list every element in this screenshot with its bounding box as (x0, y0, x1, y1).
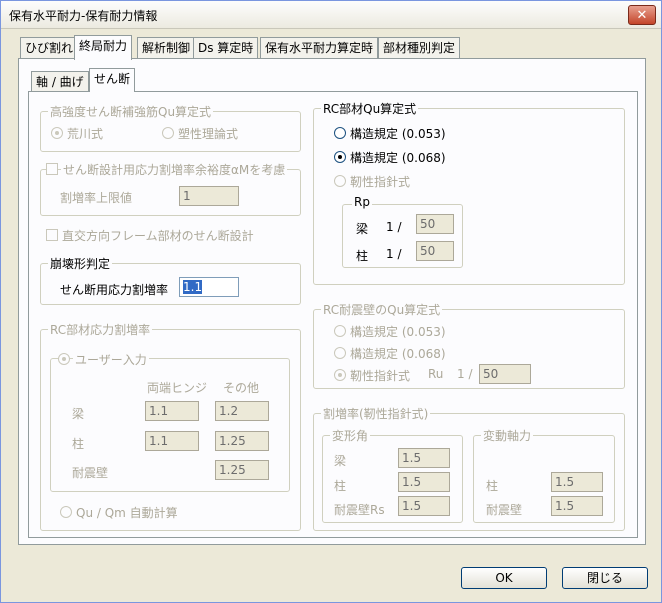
window-title: 保有水平耐力-保有耐力情報 (9, 9, 158, 23)
tab-ds[interactable]: Ds 算定時 (193, 37, 259, 59)
subtab-shear[interactable]: せん断 (89, 68, 136, 92)
collapse-label: せん断用応力割増率 (60, 283, 169, 297)
beam-hinge-input[interactable]: 1.1 (145, 401, 199, 421)
rp-column-input[interactable]: 50 (416, 241, 454, 261)
rc-qu-068-radio[interactable] (334, 151, 346, 163)
plastic-theory-radio[interactable] (162, 127, 174, 139)
wall-qu-068-radio[interactable] (334, 347, 346, 359)
arakawa-label: 荒川式 (67, 127, 104, 141)
ru-label: Ru (428, 367, 444, 381)
user-input-legend: ユーザー入力 (73, 351, 149, 368)
deform-beam-label: 梁 (334, 454, 347, 468)
rp-column-label: 柱 (356, 249, 369, 263)
rc-stress-legend: RC部材応力割増率 (48, 321, 153, 338)
deform-column-label: 柱 (334, 479, 347, 493)
rc-qu-legend: RC部材Qu算定式 (321, 100, 419, 117)
auto-calc-radio[interactable] (60, 506, 72, 518)
ru-prefix: 1 / (457, 367, 473, 381)
auto-calc-label: Qu / Qm 自動計算 (76, 506, 178, 520)
close-icon[interactable]: ✕ (628, 5, 656, 25)
wall-other-input[interactable]: 1.25 (215, 460, 269, 480)
high-strength-legend: 高強度せん断補強筋Qu算定式 (48, 103, 214, 120)
collapse-input[interactable]: 1.1 (179, 277, 239, 297)
close-button[interactable]: 閉じる (562, 567, 648, 589)
subtab-axial-bending[interactable]: 軸 / 曲げ (31, 71, 89, 92)
tab-hoyu[interactable]: 保有水平耐力算定時 (260, 37, 379, 59)
limit-label: 割増率上限値 (60, 191, 133, 205)
deform-beam-input[interactable]: 1.5 (398, 448, 450, 468)
wall-qu-legend: RC耐震壁のQu算定式 (321, 301, 443, 318)
rp-beam-input[interactable]: 50 (416, 214, 454, 234)
rc-qu-053-radio[interactable] (334, 127, 346, 139)
column-label: 柱 (72, 437, 85, 451)
deform-column-input[interactable]: 1.5 (398, 472, 450, 492)
rp-beam-prefix: 1 / (386, 220, 402, 234)
axial-column-input[interactable]: 1.5 (551, 472, 603, 492)
wall-qu-053-label: 構造規定 (0.053) (350, 325, 446, 339)
col-other: その他 (223, 381, 260, 395)
ru-input[interactable]: 50 (479, 364, 531, 384)
alpha-m-checkbox[interactable] (46, 163, 58, 175)
rc-qu-068-label: 構造規定 (0.068) (350, 151, 446, 165)
plastic-theory-label: 塑性理論式 (178, 127, 239, 141)
orthogonal-checkbox[interactable] (46, 229, 58, 241)
axial-legend: 変動軸力 (481, 427, 534, 444)
rp-beam-label: 梁 (356, 222, 369, 236)
axial-column-label: 柱 (486, 479, 499, 493)
title-bar: 保有水平耐力-保有耐力情報 ✕ (1, 1, 661, 29)
col-both-hinge: 両端ヒンジ (147, 381, 208, 395)
wall-qu-toughness-label: 靭性指針式 (350, 369, 411, 383)
rp-column-prefix: 1 / (386, 247, 402, 261)
tab-kaiseki[interactable]: 解析制御 (137, 37, 196, 59)
rc-qu-toughness-radio[interactable] (334, 175, 346, 187)
alpha-m-label: せん断設計用応力割増率余裕度αMを考慮 (61, 161, 288, 178)
rc-qu-toughness-label: 靭性指針式 (350, 175, 411, 189)
wall-qu-toughness-radio[interactable] (334, 369, 346, 381)
wall-label: 耐震壁 (72, 466, 109, 480)
rate-legend: 割増率(靭性指針式) (321, 405, 431, 422)
arakawa-radio[interactable] (51, 127, 63, 139)
tab-shukyoku[interactable]: 終局耐力 (74, 35, 133, 60)
column-other-input[interactable]: 1.25 (215, 431, 269, 451)
dialog-window: 保有水平耐力-保有耐力情報 ✕ ひび割れ 終局耐力 解析制御 Ds 算定時 保有… (0, 0, 662, 603)
rp-legend: Rp (352, 195, 372, 209)
collapse-legend: 崩壊形判定 (48, 255, 113, 272)
limit-input[interactable]: 1 (179, 186, 239, 206)
tab-hibiware[interactable]: ひび割れ (20, 37, 79, 59)
rc-qu-053-label: 構造規定 (0.053) (350, 127, 446, 141)
deform-legend: 変形角 (330, 427, 371, 444)
column-hinge-input[interactable]: 1.1 (145, 431, 199, 451)
orthogonal-label: 直交方向フレーム部材のせん断設計 (62, 229, 254, 243)
user-input-radio[interactable] (58, 353, 70, 365)
deform-wall-label: 耐震壁Rs (334, 503, 385, 517)
deform-wall-input[interactable]: 1.5 (398, 496, 450, 516)
beam-label: 梁 (72, 407, 85, 421)
collapse-input-value: 1.1 (183, 280, 203, 294)
axial-wall-label: 耐震壁 (486, 503, 523, 517)
wall-qu-068-label: 構造規定 (0.068) (350, 347, 446, 361)
ok-button[interactable]: OK (461, 567, 547, 589)
beam-other-input[interactable]: 1.2 (215, 401, 269, 421)
axial-wall-input[interactable]: 1.5 (551, 496, 603, 516)
wall-qu-053-radio[interactable] (334, 325, 346, 337)
tab-buzai[interactable]: 部材種別判定 (378, 37, 461, 59)
